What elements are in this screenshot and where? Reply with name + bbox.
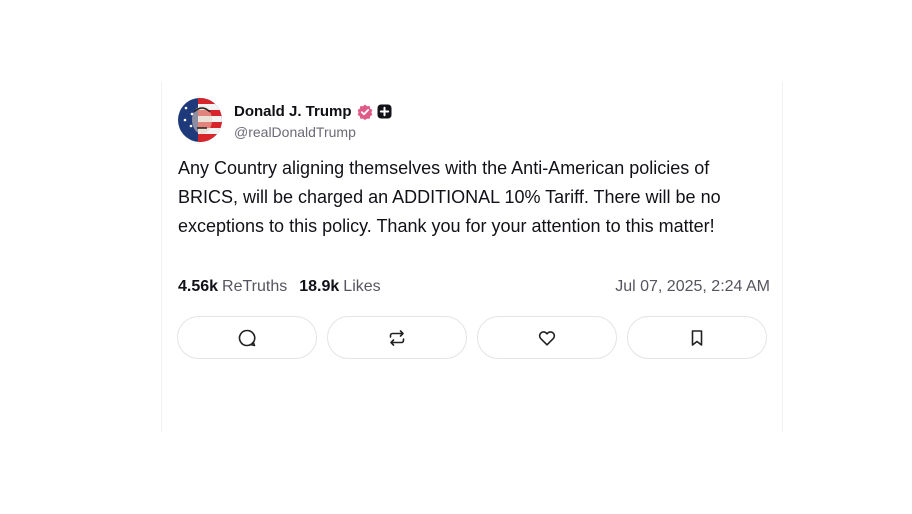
plus-badge-icon — [377, 104, 392, 119]
handle[interactable]: @realDonaldTrump — [234, 124, 392, 140]
retruths-count[interactable]: 4.56k — [178, 278, 218, 296]
retruths-label[interactable]: ReTruths — [222, 278, 287, 296]
post-header: Donald J. Trump @realDonaldTrump — [178, 98, 392, 142]
avatar[interactable] — [178, 98, 222, 142]
reply-button[interactable] — [177, 316, 317, 359]
likes-count[interactable]: 18.9k — [299, 278, 339, 296]
action-bar — [177, 316, 767, 359]
retruth-icon — [389, 329, 405, 346]
timestamp[interactable]: Jul 07, 2025, 2:24 AM — [615, 278, 770, 296]
heart-icon — [538, 330, 556, 346]
bookmark-icon — [691, 329, 703, 346]
post-text: Any Country aligning themselves with the… — [178, 158, 721, 236]
retruth-button[interactable] — [327, 316, 467, 359]
display-name[interactable]: Donald J. Trump — [234, 103, 352, 120]
post-stats: 4.56k ReTruths 18.9k Likes Jul 07, 2025,… — [178, 278, 770, 296]
like-button[interactable] — [477, 316, 617, 359]
name-row: Donald J. Trump — [234, 101, 392, 123]
verified-badge-icon — [357, 104, 372, 120]
comment-icon — [238, 329, 256, 346]
bookmark-button[interactable] — [627, 316, 767, 359]
author-block: Donald J. Trump @realDonaldTrump — [234, 101, 392, 140]
post-card: Donald J. Trump @realDonaldTrump Any Cou… — [161, 82, 783, 432]
likes-label[interactable]: Likes — [343, 278, 380, 296]
